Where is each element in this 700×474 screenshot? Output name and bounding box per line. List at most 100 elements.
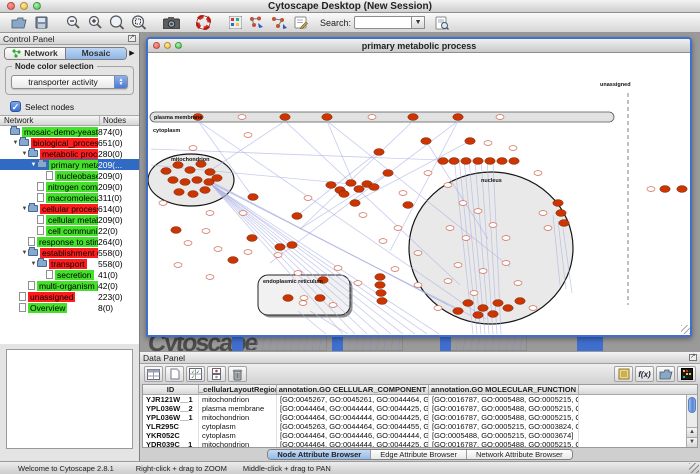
open-table-button[interactable] <box>656 366 675 382</box>
graph-node[interactable] <box>212 175 222 182</box>
select-nodes-checkbox[interactable]: ✓ <box>10 101 21 112</box>
tree-row[interactable]: ▼biological_process651(0) <box>0 137 139 148</box>
tree-row[interactable]: mosaic-demo-yeast874(0) <box>0 126 139 137</box>
graph-node[interactable] <box>180 179 190 186</box>
graph-node[interactable] <box>453 114 463 121</box>
tree-row[interactable]: secretion41(0) <box>0 269 139 280</box>
tree-column-nodes[interactable]: Nodes <box>99 116 139 125</box>
import-table-button[interactable] <box>614 366 633 382</box>
graph-node[interactable] <box>161 168 171 175</box>
graph-node[interactable] <box>421 138 431 145</box>
graph-node-small[interactable] <box>434 306 442 311</box>
graph-node[interactable] <box>473 158 483 165</box>
graph-node[interactable] <box>488 311 498 318</box>
delete-attribute-button[interactable] <box>228 366 247 382</box>
float-data-panel-icon[interactable] <box>689 354 697 361</box>
graph-node-small[interactable] <box>206 275 214 280</box>
graph-node[interactable] <box>465 138 475 145</box>
graph-node[interactable] <box>453 308 463 315</box>
graph-node-small[interactable] <box>329 303 337 308</box>
graph-node[interactable] <box>192 177 202 184</box>
graph-node[interactable] <box>205 169 215 176</box>
graph-node-small[interactable] <box>509 146 517 151</box>
graph-node-small[interactable] <box>462 236 470 241</box>
graph-node-small[interactable] <box>647 187 655 192</box>
graph-node[interactable] <box>228 257 238 264</box>
graph-node[interactable] <box>461 158 471 165</box>
table-row[interactable]: YKR052Ccytoplasm[GO:0044464, GO:0044446,… <box>143 431 697 440</box>
graph-node[interactable] <box>403 202 413 209</box>
graph-node-small[interactable] <box>484 141 492 146</box>
graph-node-small[interactable] <box>294 271 302 276</box>
birds-eye-view-panel[interactable] <box>6 349 133 449</box>
graph-node[interactable] <box>677 186 687 193</box>
graph-node[interactable] <box>185 167 195 174</box>
tab-network[interactable]: Network <box>5 48 66 59</box>
graph-node-small[interactable] <box>454 263 462 268</box>
graph-node-small[interactable] <box>214 247 222 252</box>
float-panel-icon[interactable] <box>128 35 136 42</box>
graph-node-small[interactable] <box>414 251 422 256</box>
table-scrollbar-thumb[interactable] <box>688 397 696 413</box>
graph-node-small[interactable] <box>354 281 362 286</box>
graph-node[interactable] <box>377 298 387 305</box>
expander-icon[interactable]: ▼ <box>30 162 37 168</box>
tab-mosaic[interactable]: Mosaic <box>66 48 126 59</box>
tree-row[interactable]: response to stimulu264(0) <box>0 236 139 247</box>
table-column-header[interactable]: annotation.GO MOLECULAR_FUNCTION <box>429 385 579 394</box>
graph-node[interactable] <box>438 158 448 165</box>
graph-node-small[interactable] <box>379 239 387 244</box>
graph-node-small[interactable] <box>238 115 246 120</box>
select-attributes-button[interactable]: ✓✓✓ <box>186 366 205 382</box>
graph-node[interactable] <box>354 186 364 193</box>
graph-node-small[interactable] <box>496 115 504 120</box>
graph-node-small[interactable] <box>444 183 452 188</box>
graph-node[interactable] <box>660 186 670 193</box>
graph-node-small[interactable] <box>334 266 342 271</box>
graph-node-small[interactable] <box>414 283 422 288</box>
graph-node-small[interactable] <box>474 209 482 214</box>
graph-node-small[interactable] <box>394 226 402 231</box>
tab-network-attribute-browser[interactable]: Network Attribute Browser <box>467 450 572 459</box>
graph-node[interactable] <box>374 149 384 156</box>
graph-node-small[interactable] <box>299 301 307 306</box>
graph-node[interactable] <box>383 170 393 177</box>
zoom-out-button[interactable] <box>62 14 84 32</box>
graph-node[interactable] <box>315 295 325 302</box>
graph-node[interactable] <box>493 300 503 307</box>
graph-node[interactable] <box>375 282 385 289</box>
graph-node[interactable] <box>247 235 257 242</box>
graph-node-small[interactable] <box>502 236 510 241</box>
background-window-fragment[interactable] <box>440 335 527 351</box>
graph-node-small[interactable] <box>174 263 182 268</box>
graph-node-small[interactable] <box>159 201 167 206</box>
tree-row[interactable]: nucleobase-209(0) <box>0 170 139 181</box>
node-color-dropdown[interactable]: transporter activity ▲▼ <box>11 75 128 89</box>
graph-node-small[interactable] <box>244 133 252 138</box>
background-window-fragment[interactable] <box>577 335 603 351</box>
open-session-button[interactable] <box>8 14 30 32</box>
unselect-attributes-button[interactable] <box>207 366 226 382</box>
attribute-table-button[interactable] <box>144 366 163 382</box>
graph-edge[interactable] <box>300 173 388 229</box>
table-row[interactable]: YPL036W__2plasma membrane[GO:0044464, GO… <box>143 404 697 413</box>
graph-node-small[interactable] <box>274 253 282 258</box>
scroll-up-icon[interactable]: ▲ <box>687 427 697 437</box>
tab-node-attribute-browser[interactable]: Node Attribute Browser <box>268 450 371 459</box>
compartment-plasma-membrane[interactable] <box>150 112 614 122</box>
graph-node-small[interactable] <box>206 211 214 216</box>
tab-overflow-arrow-icon[interactable]: ▶ <box>127 49 137 57</box>
table-row[interactable]: YPL036W__1mitochondrion[GO:0044464, GO:0… <box>143 413 697 422</box>
formula-builder-button[interactable]: f(x) <box>635 366 654 382</box>
graph-node[interactable] <box>473 312 483 319</box>
table-row[interactable]: YJR121W__1mitochondrion[GO:0045267, GO:0… <box>143 395 697 404</box>
tree-row[interactable]: ▼transport558(0) <box>0 258 139 269</box>
graph-node[interactable] <box>188 191 198 198</box>
tree-row[interactable]: ▼metabolic process280(0) <box>0 148 139 159</box>
graph-node[interactable] <box>478 305 488 312</box>
graph-node-small[interactable] <box>368 115 376 120</box>
graph-node[interactable] <box>497 158 507 165</box>
graph-node[interactable] <box>369 184 379 191</box>
graph-node[interactable] <box>280 114 290 121</box>
graph-node-small[interactable] <box>424 171 432 176</box>
